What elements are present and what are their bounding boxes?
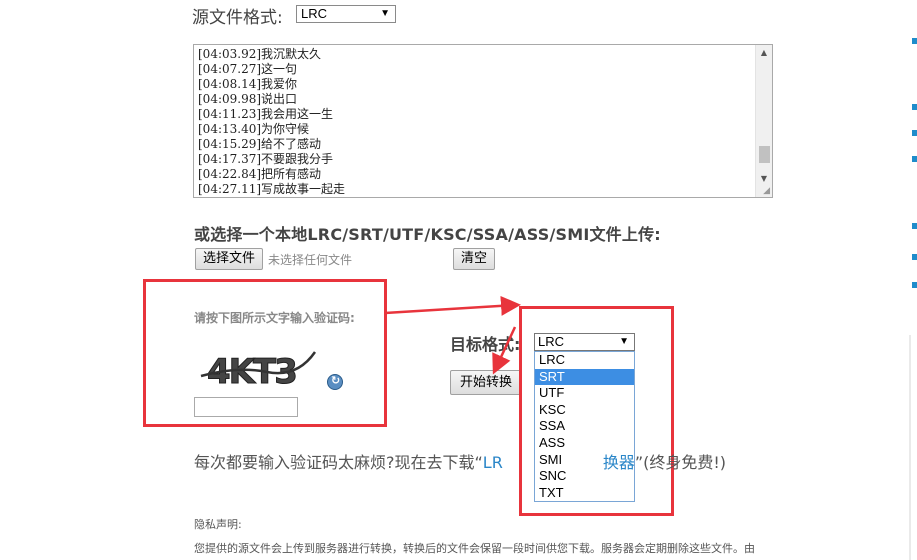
lyrics-line: [04:11.23]我会用这一生	[198, 107, 334, 121]
vertical-scrollbar[interactable]: ▲ ▼ ◢	[755, 45, 772, 197]
resize-grip-icon[interactable]: ◢	[763, 186, 770, 196]
lyrics-line: [04:13.40]为你守候	[198, 122, 310, 136]
privacy-title: 隐私声明:	[194, 518, 242, 531]
lyrics-line: [04:22.84]把所有感动	[198, 167, 322, 181]
side-mark	[912, 254, 917, 260]
download-prefix: 每次都要输入验证码太麻烦?现在去下载“	[194, 453, 483, 472]
lyrics-line: [04:17.37]不要跟我分手	[198, 152, 334, 166]
scroll-up-icon[interactable]: ▲	[756, 45, 772, 61]
download-link[interactable]: LR	[483, 453, 503, 472]
side-mark	[912, 156, 917, 162]
side-mark	[912, 130, 917, 136]
target-format-label: 目标格式:	[450, 335, 521, 354]
download-link-end[interactable]: 换器	[603, 453, 635, 472]
clear-button[interactable]: 清空	[453, 248, 495, 270]
privacy-text: 您提供的源文件会上传到服务器进行转换，转换后的文件会保留一段时间供您下载。服务器…	[194, 542, 755, 555]
side-mark	[912, 38, 917, 44]
scroll-down-icon[interactable]: ▼	[756, 171, 772, 187]
lyrics-textarea[interactable]: [04:03.92]我沉默太久 [04:07.27]这一句 [04:08.14]…	[193, 44, 773, 198]
source-format-value: LRC	[301, 6, 328, 21]
annotation-arrow	[384, 295, 521, 316]
lyrics-lines: [04:03.92]我沉默太久 [04:07.27]这一句 [04:08.14]…	[198, 47, 345, 197]
start-convert-button[interactable]: 开始转换	[450, 370, 522, 395]
download-suffix: ”(终身免费!)	[634, 453, 727, 472]
choose-file-button[interactable]: 选择文件	[195, 248, 263, 270]
side-mark	[912, 223, 917, 229]
side-mark	[912, 104, 917, 110]
source-format-label: 源文件格式:	[192, 8, 283, 28]
annotation-box-captcha	[143, 279, 387, 427]
upload-heading: 或选择一个本地LRC/SRT/UTF/KSC/SSA/ASS/SMI文件上传:	[194, 225, 661, 244]
lyrics-line: [04:27.11]写成故事一起走	[198, 182, 346, 196]
lyrics-line: [04:07.27]这一句	[198, 62, 298, 76]
download-promo: 每次都要输入验证码太麻烦?现在去下载“LR 换器”(终身免费!)	[194, 449, 726, 473]
chevron-down-icon: ▼	[380, 8, 390, 19]
lyrics-line: [04:08.14]我爱你	[198, 77, 298, 91]
side-divider	[909, 335, 911, 560]
lyrics-line: [04:03.92]我沉默太久	[198, 47, 322, 61]
lyrics-line: [04:09.98]说出口	[198, 92, 298, 106]
no-file-text: 未选择任何文件	[268, 253, 353, 267]
annotation-box-formats	[519, 306, 674, 516]
source-format-select[interactable]: LRC ▼	[296, 5, 396, 23]
lyrics-line: [04:15.29]给不了感动	[198, 137, 322, 151]
scroll-thumb[interactable]	[759, 146, 770, 163]
side-mark	[912, 282, 917, 288]
